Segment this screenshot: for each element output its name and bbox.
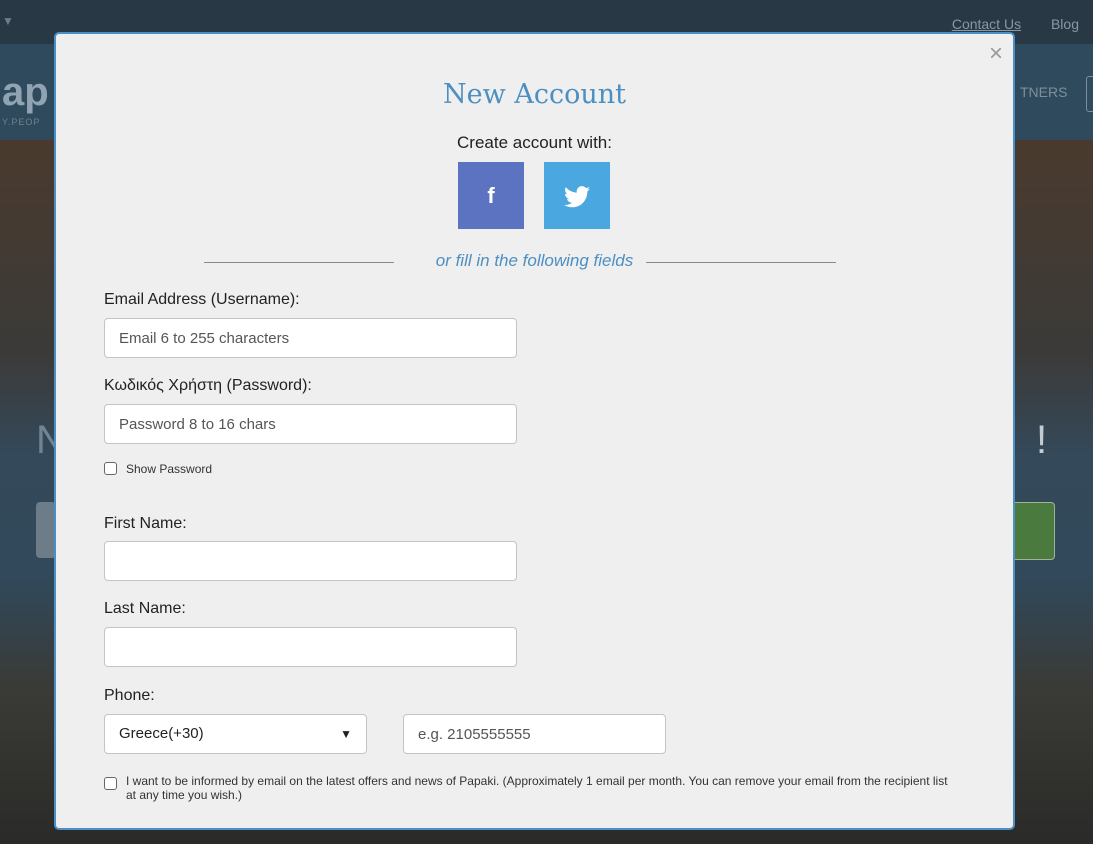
newsletter-row: I want to be informed by email on the la… [104,774,954,802]
show-password-row: Show Password [104,462,212,476]
logo-tagline: Y.PEOP [2,117,41,127]
divider-text: or fill in the following fields [435,251,634,270]
nav-partners-link[interactable]: TNERS [1020,84,1067,100]
country-code-select[interactable]: Greece(+30) ▼ [104,714,367,754]
hero-search-input[interactable] [36,502,56,558]
caret-icon: ▼ [2,14,14,28]
show-password-label[interactable]: Show Password [126,462,212,476]
first-name-label: First Name: [104,515,187,532]
nav-button[interactable] [1086,76,1093,112]
phone-label: Phone: [104,687,155,704]
password-label: Κωδικός Χρήστη (Password): [104,377,312,394]
facebook-login-button[interactable]: f [458,162,524,229]
first-name-field[interactable] [104,541,517,581]
modal-subtitle: Create account with: [457,133,612,152]
newsletter-label[interactable]: I want to be informed by email on the la… [126,774,954,802]
twitter-login-button[interactable] [544,162,610,229]
top-links: Contact Us Blog [926,16,1079,32]
hero-heading-right: ! [1036,418,1048,462]
blog-link[interactable]: Blog [1051,16,1079,32]
show-password-checkbox[interactable] [104,462,117,475]
close-icon[interactable]: × [989,42,1003,66]
phone-number-field[interactable] [403,714,666,754]
email-field[interactable] [104,318,517,358]
facebook-icon: f [487,183,495,208]
chevron-down-icon: ▼ [340,727,352,741]
newsletter-checkbox[interactable] [104,777,117,790]
twitter-icon [564,185,590,207]
site-logo[interactable]: ap [2,72,49,112]
divider-line-right [646,262,836,263]
hero-search-button[interactable] [1010,502,1055,560]
new-account-modal: × New Account Create account with: f or … [54,32,1015,830]
email-label: Email Address (Username): [104,291,300,308]
modal-title: New Account [443,79,626,110]
country-code-value: Greece(+30) [119,725,204,742]
password-field[interactable] [104,404,517,444]
last-name-label: Last Name: [104,600,186,617]
last-name-field[interactable] [104,627,517,667]
contact-us-link[interactable]: Contact Us [952,16,1021,32]
